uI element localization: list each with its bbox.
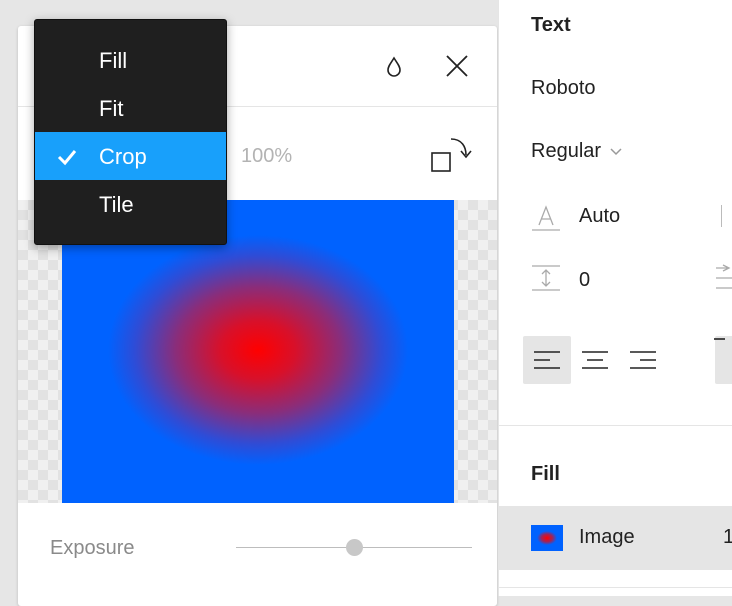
align-top-button[interactable] (714, 336, 732, 384)
rotate-icon (430, 138, 474, 179)
menu-item-label: Fit (99, 96, 124, 121)
align-left-button[interactable] (523, 336, 571, 384)
fill-layer-row[interactable]: Image 1 (499, 506, 732, 570)
checkmark-icon (57, 146, 77, 172)
scale-mode-menu: Fill Fit Crop Tile (34, 19, 227, 245)
image-preview (18, 200, 497, 503)
rotate-button[interactable] (430, 137, 474, 175)
line-height-input[interactable]: Auto (579, 205, 620, 228)
menu-item-fit[interactable]: Fit (35, 84, 226, 132)
slider-thumb[interactable] (346, 539, 363, 556)
fill-section-title: Fill (531, 463, 560, 485)
font-family-select[interactable]: Roboto (531, 77, 596, 100)
drop-icon[interactable] (383, 56, 405, 78)
line-height-icon (531, 203, 561, 233)
menu-item-label: Crop (99, 144, 147, 169)
zoom-level: 100% (241, 145, 293, 167)
fill-type-label: Image (579, 526, 635, 548)
gradient-image (62, 200, 454, 503)
close-icon[interactable] (446, 55, 468, 77)
font-weight-select[interactable]: Regular (531, 140, 623, 163)
section-divider (499, 587, 732, 588)
align-center-button[interactable] (571, 336, 619, 384)
menu-item-label: Tile (99, 192, 134, 217)
menu-item-label: Fill (99, 48, 128, 73)
menu-item-crop[interactable]: Crop (35, 132, 226, 180)
section-divider (499, 425, 732, 426)
letter-spacing-icon (721, 205, 722, 227)
menu-item-tile[interactable]: Tile (35, 180, 226, 228)
paragraph-indent-icon (715, 264, 732, 294)
menu-item-fill[interactable]: Fill (35, 36, 226, 84)
text-section-title: Text (531, 14, 571, 36)
chevron-down-icon (609, 140, 623, 163)
exposure-slider[interactable] (236, 538, 472, 558)
image-swatch[interactable] (531, 525, 563, 551)
properties-panel: Text Roboto Regular Auto 0 Fill Image 1 (498, 0, 732, 596)
font-weight-value: Regular (531, 140, 602, 162)
fill-opacity-input[interactable]: 1 (723, 526, 732, 549)
paragraph-spacing-input[interactable]: 0 (579, 269, 590, 292)
paragraph-spacing-icon (531, 264, 561, 294)
align-right-button[interactable] (619, 336, 667, 384)
exposure-label: Exposure (50, 537, 135, 559)
